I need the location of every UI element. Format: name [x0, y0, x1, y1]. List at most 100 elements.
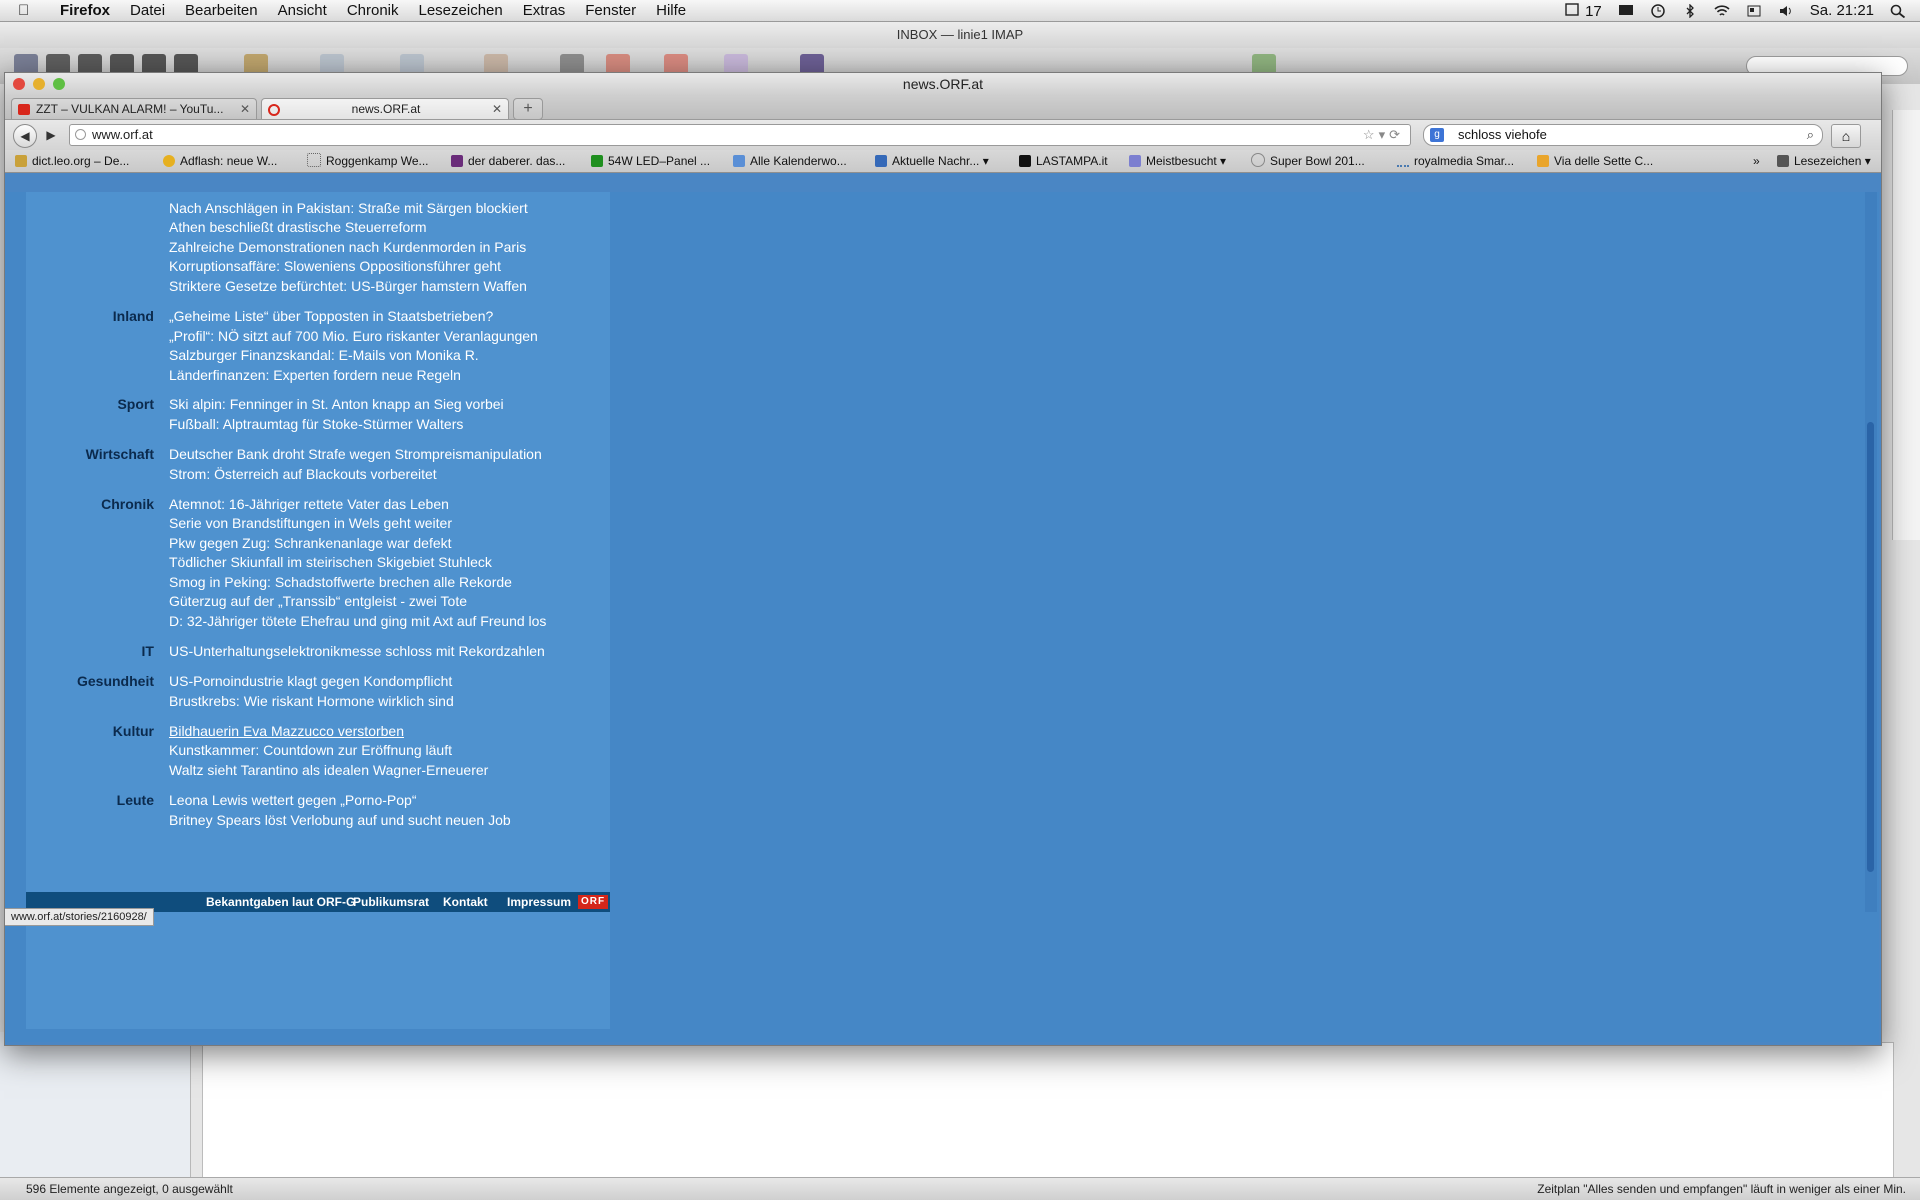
volume-icon[interactable] [1778, 4, 1794, 18]
menu-bearbeiten[interactable]: Bearbeiten [175, 0, 268, 21]
news-link[interactable]: Waltz sieht Tarantino als idealen Wagner… [169, 762, 488, 778]
menu-firefox[interactable]: Firefox [50, 0, 120, 21]
bookmark-item[interactable]: der daberer. das... [451, 150, 565, 172]
close-tab-icon[interactable]: ✕ [492, 99, 502, 120]
news-link[interactable]: Striktere Gesetze befürchtet: US-Bürger … [169, 278, 527, 294]
bookmark-item[interactable]: 54W LED–Panel ... [591, 150, 710, 172]
news-link[interactable]: Serie von Brandstiftungen in Wels geht w… [169, 515, 452, 531]
news-link[interactable]: Britney Spears löst Verlobung auf und su… [169, 812, 511, 828]
close-tab-icon[interactable]: ✕ [240, 99, 250, 120]
news-link[interactable]: Kunstkammer: Countdown zur Eröffnung läu… [169, 742, 452, 758]
search-icon[interactable]: ⌕ [1807, 125, 1814, 145]
close-window-icon[interactable] [13, 78, 25, 90]
zoom-window-icon[interactable] [53, 78, 65, 90]
back-button[interactable]: ◀ [13, 124, 37, 148]
news-link[interactable]: Leona Lewis wettert gegen „Porno-Pop“ [169, 792, 416, 808]
url-bar[interactable]: www.orf.at ☆▾⟳ [69, 124, 1411, 146]
bookmarks-menu[interactable]: Lesezeichen ▾ [1777, 150, 1871, 172]
section-label[interactable]: Wirtschaft [86, 446, 154, 462]
bookmark-item[interactable]: Via delle Sette C... [1537, 150, 1653, 172]
menu-extras[interactable]: Extras [513, 0, 576, 21]
news-link[interactable]: Korruptionsaffäre: Sloweniens Opposition… [169, 258, 501, 274]
news-link[interactable]: Deutscher Bank droht Strafe wegen Stromp… [169, 446, 542, 462]
tab-news-orf[interactable]: news.ORF.at ✕ [261, 98, 509, 119]
firefox-window: news.ORF.at ZZT – VULKAN ALARM! – YouTu.… [4, 72, 1882, 1046]
bookmark-folder[interactable]: Meistbesucht ▾ [1129, 150, 1226, 172]
mail-status-count: 596 Elemente angezeigt, 0 ausgewählt [26, 1182, 233, 1196]
news-link[interactable]: Fußball: Alptraumtag für Stoke-Stürmer W… [169, 416, 463, 432]
section-label[interactable]: Gesundheit [77, 673, 154, 689]
bookmark-item[interactable]: Roggenkamp We... [307, 150, 429, 172]
section-label[interactable]: Chronik [101, 496, 154, 512]
display-icon[interactable] [1618, 4, 1634, 18]
bookmark-item[interactable]: LASTAMPA.it [1019, 150, 1108, 172]
wifi-icon[interactable] [1714, 4, 1730, 18]
menu-hilfe[interactable]: Hilfe [646, 0, 696, 21]
apple-menu-icon[interactable]:  [18, 2, 36, 19]
mail-status-bar: 596 Elemente angezeigt, 0 ausgewählt Zei… [0, 1177, 1920, 1200]
minimize-window-icon[interactable] [33, 78, 45, 90]
section-label[interactable]: Inland [113, 308, 154, 324]
google-engine-icon[interactable]: g [1430, 128, 1444, 142]
tab-youtube[interactable]: ZZT – VULKAN ALARM! – YouTu... ✕ [11, 98, 257, 119]
section-label[interactable]: Leute [117, 792, 154, 808]
section-label[interactable]: Kultur [113, 723, 154, 739]
section-label[interactable]: IT [142, 643, 154, 659]
leo-icon [15, 155, 27, 167]
news-link[interactable]: Strom: Österreich auf Blackouts vorberei… [169, 466, 437, 482]
news-link[interactable]: US-Pornoindustrie klagt gegen Kondompfli… [169, 673, 452, 689]
news-link[interactable]: Brustkrebs: Wie riskant Hormone wirklich… [169, 693, 454, 709]
search-input[interactable]: g schloss viehofe ⌕ [1423, 124, 1823, 146]
spotlight-icon[interactable] [1890, 4, 1906, 18]
news-link-hovered[interactable]: Bildhauerin Eva Mazzucco verstorben [169, 723, 404, 739]
bookmark-item[interactable]: dict.leo.org – De... [15, 150, 129, 172]
bookmark-item[interactable]: Alle Kalenderwo... [733, 150, 847, 172]
footer-link-impressum[interactable]: Impressum [507, 895, 571, 909]
news-link[interactable]: Athen beschließt drastische Steuerreform [169, 219, 427, 235]
news-link[interactable]: Salzburger Finanzskandal: E-Mails von Mo… [169, 347, 479, 363]
news-link[interactable]: Güterzug auf der „Transsib“ entgleist - … [169, 593, 467, 609]
news-link[interactable]: Smog in Peking: Schadstoffwerte brechen … [169, 574, 512, 590]
bookmark-item[interactable]: Super Bowl 201... [1251, 150, 1365, 172]
forward-button[interactable]: ▶ [43, 124, 59, 146]
news-link[interactable]: „Profil“: NÖ sitzt auf 700 Mio. Euro ris… [169, 328, 538, 344]
menu-lesezeichen[interactable]: Lesezeichen [409, 0, 513, 21]
menu-extras-area: 17 Sa. 21:21 [1565, 0, 1906, 21]
news-link[interactable]: „Geheime Liste“ über Topposten in Staats… [169, 308, 493, 324]
news-link[interactable]: D: 32-Jähriger tötete Ehefrau und ging m… [169, 613, 546, 629]
footer-link-kontakt[interactable]: Kontakt [443, 895, 488, 909]
news-link[interactable]: Ski alpin: Fenninger in St. Anton knapp … [169, 396, 504, 412]
vertical-scrollbar[interactable] [1865, 192, 1877, 912]
menu-fenster[interactable]: Fenster [575, 0, 646, 21]
rss-icon [875, 155, 887, 167]
section-label[interactable]: Sport [117, 396, 154, 412]
news-link[interactable]: Länderfinanzen: Experten fordern neue Re… [169, 367, 461, 383]
home-button[interactable]: ⌂ [1831, 124, 1861, 148]
menubar-clock[interactable]: Sa. 21:21 [1810, 2, 1874, 19]
footer-link-bekanntgaben[interactable]: Bekanntgaben laut ORF-G [206, 895, 355, 909]
news-link[interactable]: Tödlicher Skiunfall im steirischen Skige… [169, 554, 492, 570]
footer-link-publikumsrat[interactable]: Publikumsrat [353, 895, 429, 909]
news-link[interactable]: Pkw gegen Zug: Schrankenanlage war defek… [169, 535, 452, 551]
bookmark-folder[interactable]: Aktuelle Nachr... ▾ [875, 150, 989, 172]
news-link[interactable]: Nach Anschlägen in Pakistan: Straße mit … [169, 200, 528, 216]
menu-datei[interactable]: Datei [120, 0, 175, 21]
menu-ansicht[interactable]: Ansicht [268, 0, 337, 21]
new-tab-button[interactable]: + [513, 98, 543, 120]
calendar-badge[interactable]: 17 [1565, 2, 1602, 20]
time-machine-icon[interactable] [1650, 3, 1666, 18]
orf-logo[interactable]: ORF [578, 895, 608, 909]
scrollbar-thumb[interactable] [1867, 422, 1874, 872]
search-text: schloss viehofe [1458, 127, 1547, 142]
url-text: www.orf.at [92, 127, 153, 142]
input-source-icon[interactable] [1746, 4, 1762, 18]
bookmarks-overflow-chevron[interactable]: » [1753, 150, 1760, 172]
news-link[interactable]: US-Unterhaltungselektronikmesse schloss … [169, 643, 545, 659]
bookmark-item[interactable]: Adflash: neue W... [163, 150, 277, 172]
menu-chronik[interactable]: Chronik [337, 0, 409, 21]
bluetooth-icon[interactable] [1682, 3, 1698, 18]
bookmark-item[interactable]: royalmedia Smar... [1397, 150, 1514, 172]
news-link[interactable]: Atemnot: 16-Jähriger rettete Vater das L… [169, 496, 449, 512]
url-actions[interactable]: ☆▾⟳ [1363, 125, 1404, 145]
news-link[interactable]: Zahlreiche Demonstrationen nach Kurdenmo… [169, 239, 526, 255]
